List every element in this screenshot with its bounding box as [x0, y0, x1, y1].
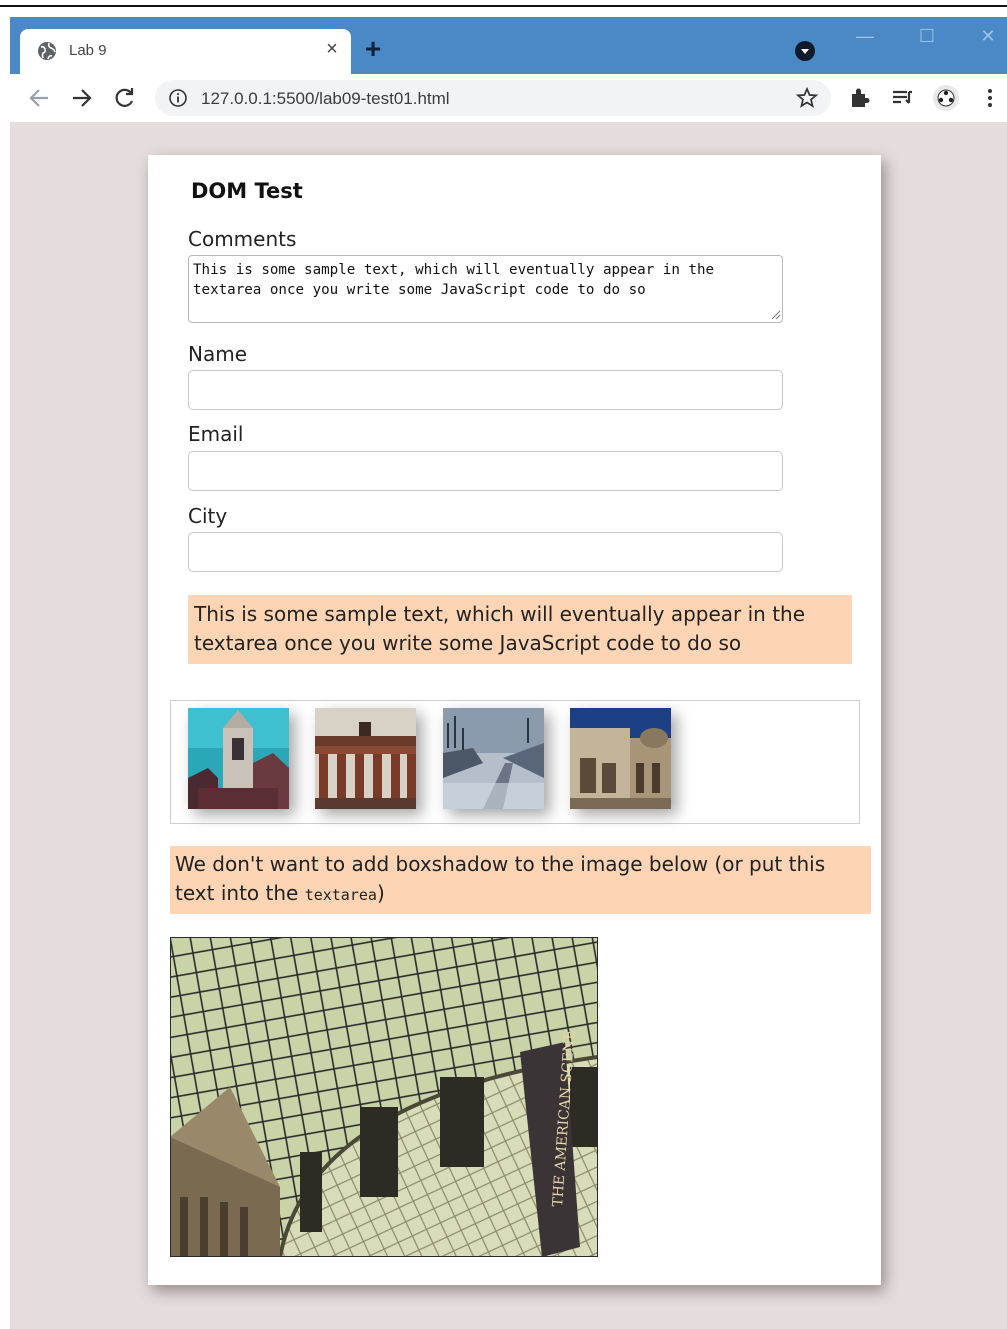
page-title: DOM Test	[191, 179, 303, 203]
tab-strip: Lab 9 × + — ☐ ✕	[10, 17, 1007, 74]
name-label: Name	[188, 342, 248, 366]
thumbnail-gallery	[170, 700, 860, 824]
minimize-button[interactable]: —	[850, 23, 880, 49]
city-field[interactable]	[188, 532, 783, 572]
info-icon[interactable]	[168, 88, 188, 108]
note-text-after: )	[376, 881, 385, 905]
comments-label: Comments	[188, 227, 297, 251]
no-boxshadow-note: We don't want to add boxshadow to the im…	[170, 846, 871, 914]
brandenburg-gate-photo[interactable]	[315, 708, 416, 809]
sample-text-box: This is some sample text, which will eve…	[188, 595, 852, 664]
back-arrow-icon[interactable]	[24, 84, 54, 112]
british-museum-great-court-photo[interactable]: THE AMERICAN SCENE	[170, 937, 598, 1257]
snowy-road-photo[interactable]	[443, 708, 544, 809]
extensions-icon[interactable]	[846, 84, 874, 112]
maximize-button[interactable]: ☐	[912, 23, 942, 49]
page-viewport: DOM Test Comments This is some sample te…	[10, 122, 1007, 1329]
roman-arch-photo[interactable]	[570, 708, 671, 809]
address-bar[interactable]: 127.0.0.1:5500/lab09-test01.html	[155, 80, 831, 116]
tab-lab9[interactable]: Lab 9 ×	[20, 29, 351, 74]
star-icon[interactable]	[795, 86, 819, 110]
reload-icon[interactable]	[110, 84, 140, 112]
url-text[interactable]: 127.0.0.1:5500/lab09-test01.html	[201, 89, 450, 109]
browser-toolbar: 127.0.0.1:5500/lab09-test01.html	[10, 74, 1007, 122]
name-field[interactable]	[188, 370, 783, 410]
window-top-border	[0, 5, 1007, 7]
email-field[interactable]	[188, 451, 783, 491]
tab-close-icon[interactable]: ×	[320, 37, 344, 61]
comments-textarea[interactable]: This is some sample text, which will eve…	[188, 255, 783, 323]
tab-search-icon[interactable]	[794, 40, 816, 62]
forward-arrow-icon[interactable]	[67, 84, 97, 112]
profile-avatar-icon[interactable]	[932, 84, 960, 112]
reading-list-icon[interactable]	[889, 84, 917, 112]
globe-icon	[38, 42, 56, 60]
close-window-button[interactable]: ✕	[973, 23, 1003, 49]
resize-grip-icon[interactable]	[770, 309, 781, 320]
content-card: DOM Test Comments This is some sample te…	[148, 155, 881, 1285]
email-label: Email	[188, 422, 244, 446]
church-photo[interactable]	[188, 708, 289, 809]
city-label: City	[188, 504, 228, 528]
note-text-before: We don't want to add boxshadow to the im…	[175, 852, 826, 905]
tab-title: Lab 9	[69, 42, 107, 59]
note-code-textarea: textarea	[304, 886, 377, 904]
new-tab-button[interactable]: +	[358, 34, 388, 64]
menu-dots-icon[interactable]	[976, 84, 1004, 112]
